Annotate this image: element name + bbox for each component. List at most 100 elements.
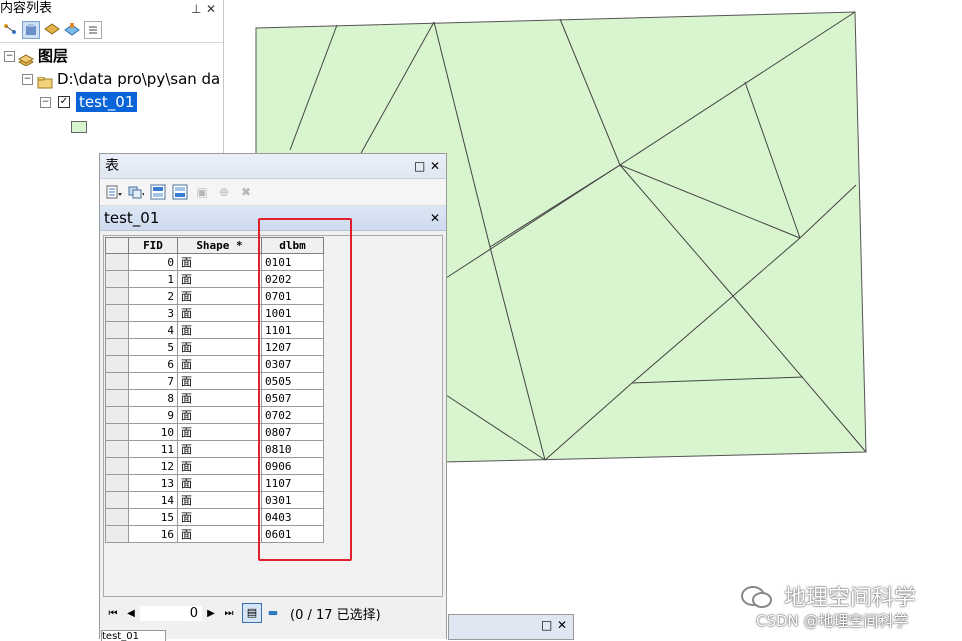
cell-fid[interactable]: 11 bbox=[128, 440, 178, 458]
list-by-source-icon[interactable] bbox=[22, 21, 40, 39]
toc-titlebar: 内容列表 ⊥ ✕ bbox=[0, 0, 223, 18]
cell-fid[interactable]: 12 bbox=[128, 457, 178, 475]
cell-shape[interactable]: 面 bbox=[177, 270, 262, 288]
cell-fid[interactable]: 9 bbox=[128, 406, 178, 424]
row-selector[interactable] bbox=[105, 389, 129, 407]
cell-shape[interactable]: 面 bbox=[177, 508, 262, 526]
row-selector[interactable] bbox=[105, 525, 129, 543]
cell-shape[interactable]: 面 bbox=[177, 338, 262, 356]
layer-symbol-swatch[interactable] bbox=[71, 121, 87, 133]
options-icon[interactable] bbox=[84, 21, 102, 39]
cell-fid[interactable]: 13 bbox=[128, 474, 178, 492]
watermark-line-1: 地理空间科学 bbox=[784, 586, 917, 611]
table-window-titlebar[interactable]: 表 □ ✕ bbox=[100, 154, 446, 179]
cell-shape[interactable]: 面 bbox=[177, 525, 262, 543]
bottom-table-tab-label: test_01 bbox=[102, 631, 139, 641]
row-selector[interactable] bbox=[105, 423, 129, 441]
column-header-fid[interactable]: FID bbox=[128, 237, 178, 254]
cell-shape[interactable]: 面 bbox=[177, 355, 262, 373]
cell-fid[interactable]: 4 bbox=[128, 321, 178, 339]
cell-shape[interactable]: 面 bbox=[177, 457, 262, 475]
clear-selection-icon: ▣ bbox=[196, 185, 208, 199]
cell-shape[interactable]: 面 bbox=[177, 406, 262, 424]
related-tables-icon[interactable] bbox=[128, 184, 144, 200]
zoom-to-selected-icon: ⊕ bbox=[218, 185, 230, 199]
folder-expander[interactable]: − bbox=[22, 74, 33, 85]
cell-fid[interactable]: 3 bbox=[128, 304, 178, 322]
row-selector[interactable] bbox=[105, 355, 129, 373]
row-selector[interactable] bbox=[105, 321, 129, 339]
row-selector[interactable] bbox=[105, 474, 129, 492]
list-by-visibility-icon[interactable] bbox=[44, 22, 60, 38]
maximize-icon[interactable]: □ bbox=[414, 154, 425, 178]
row-selector[interactable] bbox=[105, 440, 129, 458]
cell-shape[interactable]: 面 bbox=[177, 423, 262, 441]
row-selector[interactable] bbox=[105, 287, 129, 305]
show-all-records-button[interactable]: ▤ bbox=[242, 603, 262, 623]
row-selector[interactable] bbox=[105, 253, 129, 271]
docked-window-titlebar[interactable]: □ ✕ bbox=[448, 614, 574, 640]
row-selector[interactable] bbox=[105, 338, 129, 356]
row-selector-header[interactable] bbox=[105, 237, 129, 254]
cell-shape[interactable]: 面 bbox=[177, 474, 262, 492]
data-source-node[interactable]: D:\data pro\py\san da bbox=[37, 69, 220, 89]
list-by-selection-icon[interactable] bbox=[64, 22, 80, 38]
cell-fid[interactable]: 14 bbox=[128, 491, 178, 509]
row-selector[interactable] bbox=[105, 270, 129, 288]
next-record-button[interactable]: ▶ bbox=[202, 608, 220, 619]
cell-fid[interactable]: 5 bbox=[128, 338, 178, 356]
current-record-field[interactable]: 0 bbox=[140, 605, 202, 621]
data-source-path: D:\data pro\py\san da bbox=[57, 70, 221, 88]
switch-selection-icon[interactable] bbox=[172, 184, 188, 200]
previous-record-button[interactable]: ◀ bbox=[122, 608, 140, 619]
pin-icon[interactable]: ⊥ bbox=[191, 0, 201, 18]
row-selector[interactable] bbox=[105, 372, 129, 390]
row-selector[interactable] bbox=[105, 491, 129, 509]
select-by-attributes-icon[interactable] bbox=[150, 184, 166, 200]
cell-fid[interactable]: 2 bbox=[128, 287, 178, 305]
cell-shape[interactable]: 面 bbox=[177, 287, 262, 305]
cell-fid[interactable]: 7 bbox=[128, 372, 178, 390]
cell-shape[interactable]: 面 bbox=[177, 372, 262, 390]
row-selector[interactable] bbox=[105, 406, 129, 424]
layer-expander[interactable]: − bbox=[40, 97, 51, 108]
show-selected-records-button[interactable]: ▬ bbox=[264, 604, 282, 622]
layer-visibility-checkbox[interactable]: ✓ bbox=[58, 96, 70, 108]
layer-name-test-01[interactable]: test_01 bbox=[76, 92, 138, 112]
row-selector[interactable] bbox=[105, 457, 129, 475]
layers-expander[interactable]: − bbox=[4, 51, 15, 62]
list-by-drawing-order-icon[interactable] bbox=[2, 22, 18, 38]
cell-shape[interactable]: 面 bbox=[177, 304, 262, 322]
row-selector[interactable] bbox=[105, 508, 129, 526]
wechat-icon bbox=[741, 586, 772, 608]
cell-fid[interactable]: 16 bbox=[128, 525, 178, 543]
cell-fid[interactable]: 6 bbox=[128, 355, 178, 373]
cell-shape[interactable]: 面 bbox=[177, 253, 262, 271]
table-options-icon[interactable] bbox=[106, 184, 122, 200]
row-selector[interactable] bbox=[105, 304, 129, 322]
docked-close-icon[interactable]: ✕ bbox=[557, 618, 567, 632]
cell-shape[interactable]: 面 bbox=[177, 491, 262, 509]
bottom-table-tab[interactable]: test_01 bbox=[101, 630, 166, 641]
watermark-line-2: CSDN @地理空间科学 bbox=[756, 612, 909, 630]
selection-status: (0 / 17 已选择) bbox=[290, 607, 381, 623]
window-close-icon[interactable]: ✕ bbox=[430, 154, 440, 178]
folder-icon bbox=[37, 74, 53, 88]
cell-fid[interactable]: 1 bbox=[128, 270, 178, 288]
cell-shape[interactable]: 面 bbox=[177, 389, 262, 407]
docked-maximize-icon[interactable]: □ bbox=[541, 618, 552, 632]
first-record-button[interactable]: ⏮ bbox=[104, 608, 122, 619]
table-window-title: 表 bbox=[105, 158, 119, 174]
column-header-shape[interactable]: Shape * bbox=[177, 237, 262, 254]
tab-close-icon[interactable]: ✕ bbox=[430, 206, 440, 230]
last-record-button[interactable]: ⏭ bbox=[220, 608, 238, 619]
cell-fid[interactable]: 15 bbox=[128, 508, 178, 526]
cell-fid[interactable]: 10 bbox=[128, 423, 178, 441]
cell-fid[interactable]: 0 bbox=[128, 253, 178, 271]
layers-node[interactable]: 图层 bbox=[17, 46, 68, 67]
cell-fid[interactable]: 8 bbox=[128, 389, 178, 407]
close-icon[interactable]: ✕ bbox=[206, 0, 216, 18]
cell-shape[interactable]: 面 bbox=[177, 440, 262, 458]
cell-shape[interactable]: 面 bbox=[177, 321, 262, 339]
toc-title: 内容列表 bbox=[0, 1, 53, 16]
